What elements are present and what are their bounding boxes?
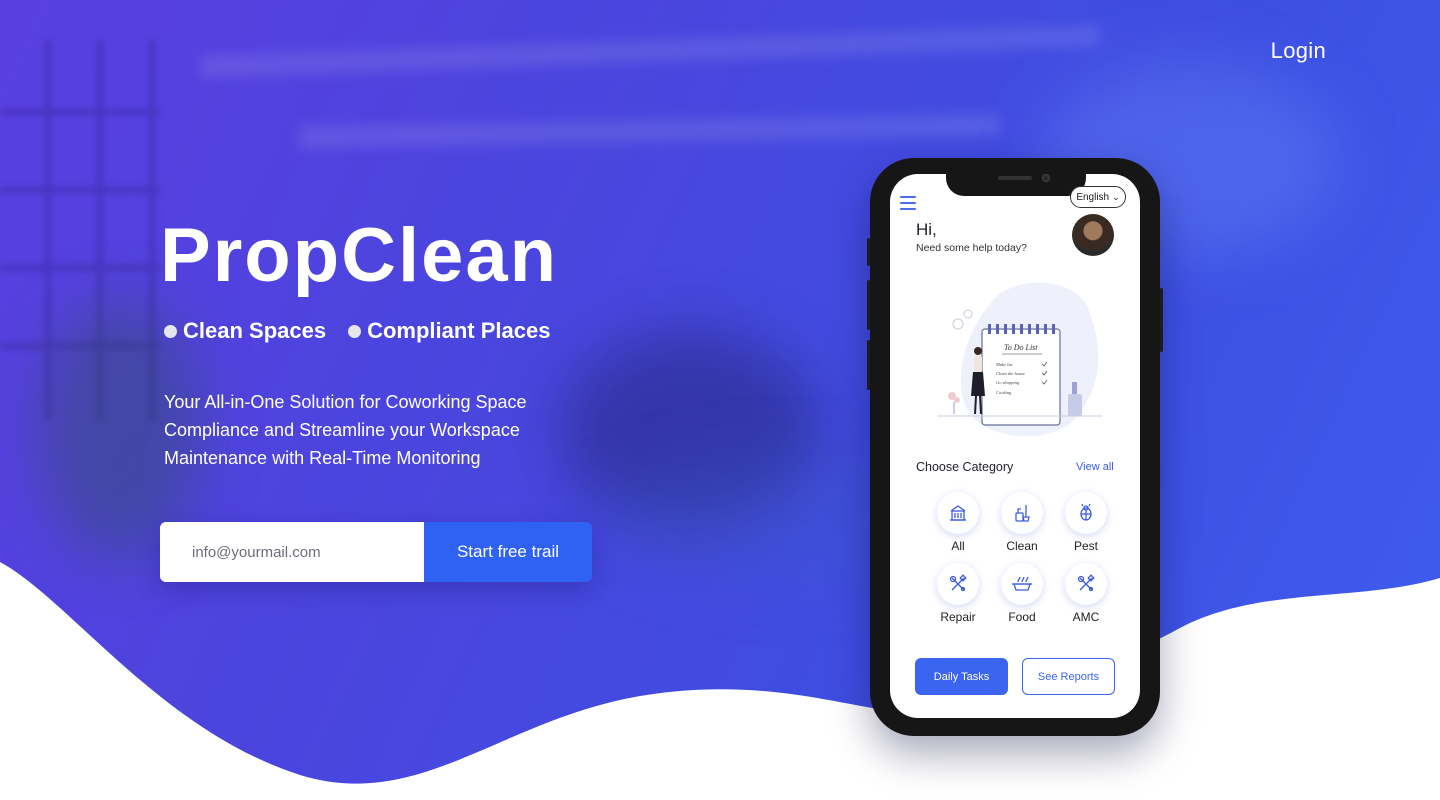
category-label: AMC bbox=[1072, 610, 1100, 624]
phone-side-button bbox=[867, 340, 870, 390]
todo-item: Go shopping bbox=[996, 380, 1020, 385]
food-icon bbox=[1001, 563, 1043, 605]
tagline-item: Clean Spaces bbox=[164, 318, 326, 344]
todo-item: Cooking bbox=[996, 390, 1012, 395]
language-select[interactable]: English ⌄ bbox=[1070, 186, 1126, 208]
phone-side-button bbox=[867, 280, 870, 330]
see-reports-button[interactable]: See Reports bbox=[1022, 658, 1115, 695]
view-all-link[interactable]: View all bbox=[1076, 461, 1114, 473]
greeting-subtitle: Need some help today? bbox=[916, 242, 1027, 254]
category-pest[interactable]: Pest bbox=[1054, 492, 1118, 553]
todo-illustration: To Do List Make list Clean the house Go … bbox=[938, 282, 1102, 437]
signup-form: Start free trail bbox=[160, 522, 592, 582]
login-link[interactable]: Login bbox=[1271, 38, 1326, 64]
app-screen: English ⌄ Hi, Need some help today? To D… bbox=[890, 174, 1140, 718]
camera-icon bbox=[1042, 174, 1050, 182]
tagline: Clean Spaces Compliant Places bbox=[164, 318, 550, 344]
category-label: Food bbox=[1008, 610, 1036, 624]
bullet-icon bbox=[348, 324, 362, 338]
email-input[interactable] bbox=[160, 522, 424, 582]
phone-side-button bbox=[1160, 288, 1163, 352]
category-amc[interactable]: AMC bbox=[1054, 563, 1118, 624]
category-label: Repair bbox=[940, 610, 976, 624]
tagline-text: Clean Spaces bbox=[183, 318, 327, 343]
phone-side-button bbox=[867, 238, 870, 266]
tools-icon bbox=[1065, 563, 1107, 605]
brand-title: PropClean bbox=[160, 213, 559, 298]
tools-icon bbox=[937, 563, 979, 605]
building-icon bbox=[937, 492, 979, 534]
category-label: All bbox=[951, 539, 965, 553]
section-title: Choose Category bbox=[916, 460, 1014, 474]
language-value: English bbox=[1076, 191, 1110, 203]
tagline-item: Compliant Places bbox=[348, 318, 550, 344]
avatar[interactable] bbox=[1072, 214, 1114, 256]
daily-tasks-button[interactable]: Daily Tasks bbox=[915, 658, 1008, 695]
menu-icon[interactable] bbox=[900, 196, 916, 210]
tagline-text: Compliant Places bbox=[367, 318, 551, 343]
bug-icon bbox=[1065, 492, 1107, 534]
phone-notch bbox=[946, 174, 1086, 196]
chevron-down-icon: ⌄ bbox=[1112, 191, 1120, 202]
speaker bbox=[998, 176, 1032, 180]
hero-description: Your All-in-One Solution for Coworking S… bbox=[164, 392, 527, 468]
todo-item: Clean the house bbox=[996, 371, 1025, 376]
cleaning-icon bbox=[1001, 492, 1043, 534]
greeting: Hi, bbox=[916, 220, 937, 239]
bullet-icon bbox=[164, 324, 177, 338]
category-all[interactable]: All bbox=[926, 492, 990, 553]
category-food[interactable]: Food bbox=[990, 563, 1054, 624]
todo-title: To Do List bbox=[1004, 343, 1038, 352]
start-trial-button[interactable]: Start free trail bbox=[424, 522, 592, 582]
category-repair[interactable]: Repair bbox=[926, 563, 990, 624]
category-clean[interactable]: Clean bbox=[990, 492, 1054, 553]
category-grid: All Clean Pest Repair Food AMC bbox=[926, 492, 1107, 624]
category-label: Pest bbox=[1073, 539, 1098, 553]
phone-mockup: English ⌄ Hi, Need some help today? To D… bbox=[867, 158, 1163, 736]
todo-item: Make list bbox=[995, 362, 1013, 367]
category-label: Clean bbox=[1006, 539, 1038, 553]
